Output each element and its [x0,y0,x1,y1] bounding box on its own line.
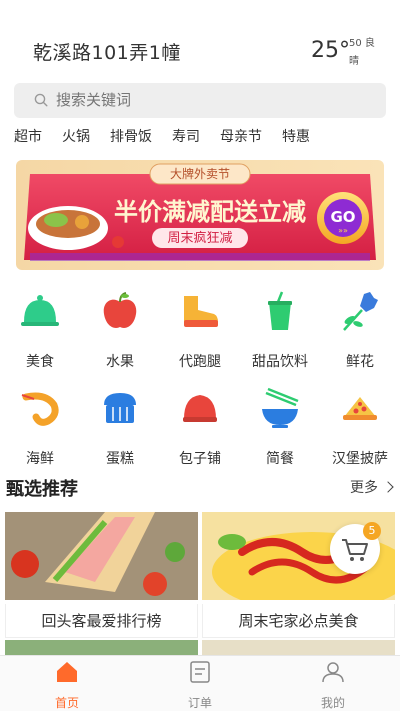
tab-home[interactable]: 首页 [27,660,107,711]
noodle-bowl-icon [262,387,299,428]
category-label: 甜品饮料 [252,354,308,370]
delivery-address[interactable]: 乾溪路101弄1幢 [33,38,181,65]
home-icon [57,662,77,682]
tag-item[interactable]: 超市 [14,126,42,148]
category-label: 鲜花 [346,354,374,370]
more-label: 更多 [350,480,378,496]
tab-orders[interactable]: 订单 [160,660,240,711]
category-simple-meal[interactable]: 简餐 [240,387,320,468]
pizza-icon [343,397,377,420]
apple-icon [103,292,137,328]
food-cloche-icon [21,295,59,326]
search-bar[interactable] [14,83,386,118]
tab-label: 首页 [54,696,79,710]
category-label: 汉堡披萨 [332,451,388,467]
drink-cup-icon [268,291,292,330]
category-label: 美食 [26,354,54,370]
air-quality: 50 良 [349,38,375,49]
tab-bar: 首页 订单 我的 [0,655,400,711]
go-arrows-icon: »» [338,226,348,235]
category-food[interactable]: 美食 [0,290,80,371]
recommend-card[interactable]: 回头客最爱排行榜 [5,512,198,638]
rose-icon [343,292,378,331]
card-image-partial [202,640,395,655]
card-caption: 回头客最爱排行榜 [5,604,198,638]
category-label: 水果 [106,354,134,370]
tag-item[interactable]: 母亲节 [220,126,262,148]
running-shoe-icon [184,296,218,327]
category-seafood[interactable]: 海鲜 [0,387,80,468]
category-errand[interactable]: 代跑腿 [160,290,240,371]
more-link[interactable]: 更多 [350,477,395,497]
tag-item[interactable]: 寿司 [172,126,200,148]
category-fruit[interactable]: 水果 [80,290,160,371]
chevron-right-icon [382,481,395,493]
tag-item[interactable]: 特惠 [282,126,310,148]
promo-banner[interactable]: 大牌外卖节 半价满减 配送立减 周末疯狂减 GO »» [16,160,384,270]
category-label: 简餐 [266,451,294,467]
tag-item[interactable]: 排骨饭 [110,126,152,148]
search-input[interactable] [56,83,356,118]
cake-icon [104,393,136,423]
banner-badge: 大牌外卖节 [170,167,230,181]
profile-icon [322,662,344,683]
category-burger-pizza[interactable]: 汉堡披萨 [320,387,400,468]
category-bun[interactable]: 包子铺 [160,387,240,468]
bun-icon [183,395,217,422]
banner-headline-left: 半价满减 [114,198,210,226]
tag-item[interactable]: 火锅 [62,126,90,148]
go-label: GO [330,208,355,226]
category-label: 包子铺 [179,451,221,467]
header: 乾溪路101弄1幢 25° 50 良 晴 [0,0,400,82]
weather-info: 50 良 晴 [349,35,375,71]
cart-count-badge: 5 [363,522,381,540]
strawberry-icon [112,236,124,248]
banner-subline: 周末疯狂减 [167,230,232,246]
sandwich-image [5,512,198,600]
category-label: 蛋糕 [106,451,134,467]
category-cake[interactable]: 蛋糕 [80,387,160,468]
weather-condition: 晴 [349,56,359,67]
category-label: 海鲜 [26,451,54,467]
tab-label: 订单 [187,696,212,710]
category-flowers[interactable]: 鲜花 [320,290,400,371]
temperature: 25° [311,38,350,63]
card-image-partial [5,640,198,655]
tab-profile[interactable]: 我的 [293,660,373,711]
card-caption: 周末宅家必点美食 [202,604,395,638]
banner-headline-right: 配送立减 [210,198,306,226]
orders-icon [190,661,210,683]
section-title: 甄选推荐 [6,479,78,500]
category-label: 代跑腿 [179,354,221,370]
tab-label: 我的 [320,696,345,710]
category-drinks[interactable]: 甜品饮料 [240,290,320,371]
search-icon [34,93,48,107]
shrimp-icon [21,392,59,426]
hot-tags: 超市 火锅 排骨饭 寿司 母亲节 特惠 [14,126,330,148]
